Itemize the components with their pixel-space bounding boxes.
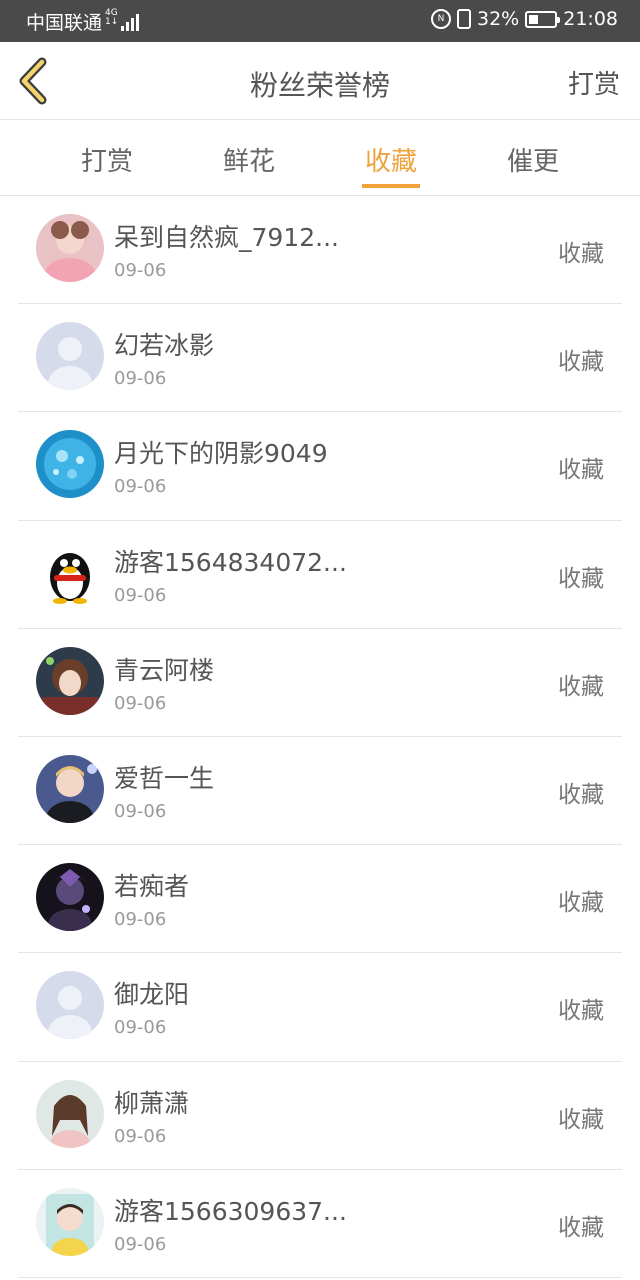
- avatar: [36, 538, 104, 607]
- fan-action: 收藏: [558, 673, 604, 700]
- list-item[interactable]: 青云阿楼 09-06 收藏: [18, 629, 622, 737]
- tab-flowers[interactable]: 鲜花: [189, 141, 309, 178]
- fan-action: 收藏: [558, 998, 604, 1025]
- signal-icon: [121, 13, 140, 31]
- fan-date: 09-06: [114, 909, 167, 931]
- fan-name: 御龙阳: [114, 980, 190, 1010]
- tab-active-indicator: [362, 184, 420, 188]
- list-item[interactable]: 幻若冰影 09-06 收藏: [18, 304, 622, 413]
- list-item[interactable]: 游客1566309637... 09-06 收藏: [18, 1170, 622, 1278]
- battery-icon: [525, 10, 561, 28]
- list-item[interactable]: 呆到自然疯_7912... 09-06 收藏: [18, 196, 622, 305]
- list-item[interactable]: 若痴者 09-06 收藏: [18, 845, 622, 954]
- fan-list: 呆到自然疯_7912... 09-06 收藏 幻若冰影 09-06 收藏 月光下…: [0, 196, 640, 1278]
- fan-action: 收藏: [558, 781, 604, 808]
- fan-date: 09-06: [114, 584, 167, 606]
- network-type: 4G 1↓: [105, 7, 119, 27]
- avatar: [36, 1079, 104, 1148]
- fan-date: 09-06: [114, 692, 167, 714]
- page-title: 粉丝荣誉榜: [249, 69, 390, 102]
- tab-reward[interactable]: 打赏: [47, 141, 167, 178]
- fan-action: 收藏: [558, 890, 604, 917]
- avatar: [36, 754, 104, 823]
- list-item[interactable]: 柳萧潇 09-06 收藏: [18, 1062, 622, 1170]
- vibrate-icon: [457, 9, 471, 29]
- avatar: [36, 863, 104, 932]
- avatar: [36, 214, 104, 282]
- fan-date: 09-06: [114, 476, 167, 498]
- app-header: 粉丝荣誉榜 打赏: [0, 42, 640, 120]
- battery-percent: 32%: [477, 8, 520, 30]
- fan-date: 09-06: [114, 1017, 167, 1039]
- fan-action: 收藏: [558, 241, 604, 267]
- avatar: [36, 430, 104, 499]
- avatar: [36, 971, 104, 1040]
- fan-action: 收藏: [558, 565, 604, 592]
- fan-name: 月光下的阴影9049: [114, 439, 328, 469]
- fan-date: 09-06: [114, 800, 167, 822]
- list-item[interactable]: 御龙阳 09-06 收藏: [18, 953, 622, 1062]
- fan-action: 收藏: [558, 1214, 604, 1241]
- status-bar: 中国联通 4G 1↓ N 32% 21:08: [0, 0, 640, 42]
- fan-name: 若痴者: [114, 872, 190, 902]
- tab-urge-update[interactable]: 催更: [473, 141, 593, 178]
- list-item[interactable]: 月光下的阴影9049 09-06 收藏: [18, 412, 622, 521]
- fan-name: 青云阿楼: [114, 655, 215, 685]
- fan-date: 09-06: [114, 1125, 167, 1147]
- carrier-name: 中国联通: [26, 12, 103, 34]
- clock: 21:08: [563, 8, 618, 30]
- tab-favorites[interactable]: 收藏: [331, 141, 451, 178]
- avatar: [36, 1187, 104, 1256]
- nfc-icon: N: [431, 9, 451, 29]
- list-item[interactable]: 爱哲一生 09-06 收藏: [18, 737, 622, 846]
- list-item[interactable]: 游客1564834072... 09-06 收藏: [18, 521, 622, 629]
- fan-name: 柳萧潇: [114, 1088, 190, 1118]
- fan-name: 游客1566309637...: [114, 1196, 347, 1226]
- fan-date: 09-06: [114, 260, 167, 281]
- fan-name: 爱哲一生: [114, 763, 215, 793]
- fan-name: 呆到自然疯_7912...: [114, 223, 339, 252]
- tab-bar: 打赏 鲜花 收藏 催更: [0, 121, 640, 196]
- fan-action: 收藏: [558, 457, 604, 484]
- fan-date: 09-06: [114, 1233, 167, 1255]
- fan-name: 幻若冰影: [114, 331, 215, 361]
- avatar: [36, 322, 104, 391]
- fan-name: 游客1564834072...: [114, 547, 347, 577]
- fan-action: 收藏: [558, 1106, 604, 1133]
- reward-button[interactable]: 打赏: [568, 64, 620, 101]
- fan-date: 09-06: [114, 368, 167, 390]
- fan-action: 收藏: [558, 349, 604, 376]
- avatar: [36, 646, 104, 715]
